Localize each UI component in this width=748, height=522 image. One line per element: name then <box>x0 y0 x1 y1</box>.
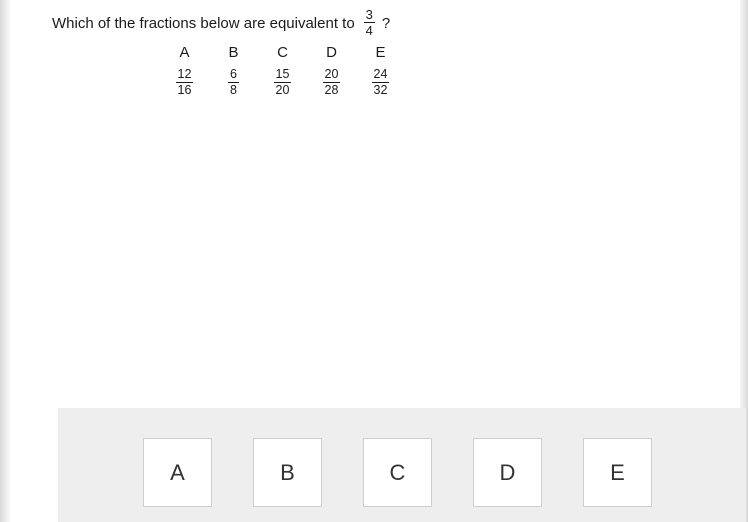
fraction-option-d-letter: D <box>326 44 337 61</box>
answer-button-d[interactable]: D <box>473 438 542 507</box>
viewport: Which of the fractions below are equival… <box>0 0 748 522</box>
question-fraction: 3 4 <box>363 7 375 38</box>
fraction-option-d-denominator: 28 <box>324 82 339 97</box>
answer-button-b[interactable]: B <box>253 438 322 507</box>
answer-button-b-label: B <box>280 459 295 485</box>
question-text: Which of the fractions below are equival… <box>52 14 355 32</box>
fraction-option-a: A 12 16 <box>160 44 209 96</box>
fraction-option-c-denominator: 20 <box>275 82 290 97</box>
fraction-option-c-numerator: 15 <box>273 67 292 83</box>
fraction-option-d: D 20 28 <box>307 44 356 96</box>
fraction-option-a-numerator: 12 <box>175 67 194 83</box>
fraction-option-d-value: 20 28 <box>322 67 341 97</box>
question-fraction-denominator: 4 <box>365 23 373 38</box>
page-gutter-left <box>0 0 11 522</box>
fraction-option-c-letter: C <box>277 44 288 61</box>
fraction-option-c: C 15 20 <box>258 44 307 96</box>
answer-button-c[interactable]: C <box>363 438 432 507</box>
fraction-option-b-letter: B <box>228 44 239 61</box>
answer-button-e[interactable]: E <box>583 438 652 507</box>
fraction-option-b-value: 6 8 <box>228 68 239 96</box>
fraction-option-a-denominator: 16 <box>177 82 192 97</box>
answer-button-group: A B C D E <box>143 438 652 507</box>
fraction-option-e-denominator: 32 <box>373 82 388 97</box>
answer-button-d-label: D <box>499 459 516 485</box>
fraction-options-row: A 12 16 B 6 8 C 15 20 D 20 28 E 24 32 <box>160 44 405 96</box>
answer-button-c-label: C <box>389 459 406 485</box>
answer-button-a[interactable]: A <box>143 438 212 507</box>
question-prompt: Which of the fractions below are equival… <box>52 7 391 38</box>
fraction-option-a-letter: A <box>179 44 190 61</box>
fraction-option-a-value: 12 16 <box>175 67 194 97</box>
fraction-option-b-numerator: 6 <box>228 67 239 83</box>
fraction-option-e: E 24 32 <box>356 44 405 96</box>
fraction-option-c-value: 15 20 <box>273 67 292 97</box>
answer-button-a-label: A <box>170 459 185 485</box>
question-sheet: Which of the fractions below are equival… <box>28 0 746 522</box>
fraction-option-b-denominator: 8 <box>230 82 237 97</box>
fraction-option-b: B 6 8 <box>209 44 258 96</box>
fraction-option-e-letter: E <box>375 44 386 61</box>
answer-bar: A B C D E <box>58 408 746 522</box>
fraction-option-d-numerator: 20 <box>322 67 341 83</box>
answer-button-e-label: E <box>610 459 625 485</box>
question-mark: ? <box>381 14 391 32</box>
fraction-option-e-value: 24 32 <box>371 67 390 97</box>
question-fraction-numerator: 3 <box>363 7 375 23</box>
fraction-option-e-numerator: 24 <box>371 67 390 83</box>
